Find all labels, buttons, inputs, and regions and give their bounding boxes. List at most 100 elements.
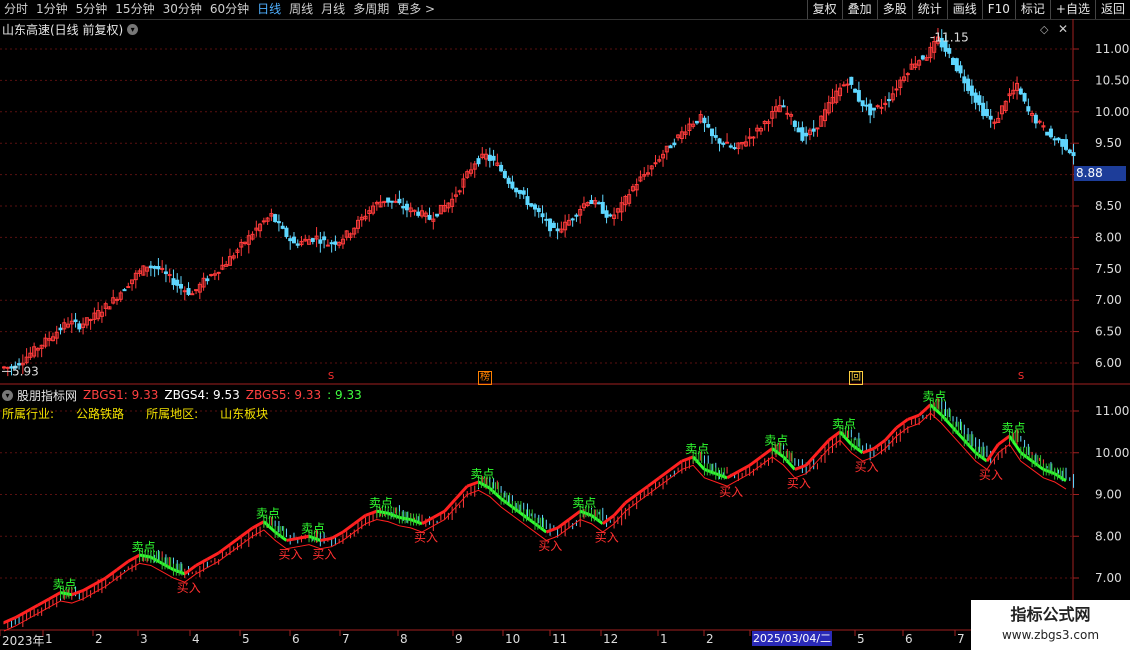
candle-body xyxy=(1022,93,1027,102)
candle-body xyxy=(608,214,613,217)
candle-body xyxy=(273,214,278,223)
candle-body xyxy=(841,84,846,87)
candle-body xyxy=(156,266,161,270)
trend-segment xyxy=(320,536,332,542)
candle-body xyxy=(548,218,553,232)
buy-label: 买入 xyxy=(177,581,201,595)
buy-label: 买入 xyxy=(979,468,1003,482)
event-marker[interactable]: S xyxy=(1015,371,1027,383)
indicator-axis-label: 10.00 xyxy=(1095,446,1129,460)
candle-body xyxy=(966,78,971,91)
indicator-value-0: ZBGS1: 9.33 xyxy=(83,388,159,402)
trend-segment xyxy=(432,509,446,519)
buy-label: 买入 xyxy=(414,531,438,545)
candle-body xyxy=(589,199,594,205)
candle-body xyxy=(958,65,963,74)
candle-body xyxy=(167,274,172,277)
candle-body xyxy=(540,213,545,218)
sell-label: 卖点 xyxy=(922,390,946,404)
candle-body xyxy=(706,124,711,128)
buy-label: 买入 xyxy=(595,531,619,545)
trend-segment xyxy=(873,439,887,450)
candle-body xyxy=(875,105,880,108)
candle-body xyxy=(905,73,910,76)
candle-body xyxy=(190,293,195,296)
candle-body xyxy=(1060,138,1065,147)
candle-body xyxy=(163,271,168,275)
event-marker[interactable]: S xyxy=(325,371,337,383)
indicator-value-3: : 9.33 xyxy=(327,388,362,402)
chevron-down-icon[interactable]: ▾ xyxy=(2,389,13,401)
sell-label: 卖点 xyxy=(301,521,325,535)
sell-label: 卖点 xyxy=(685,442,709,456)
candle-body xyxy=(804,132,809,137)
candle-body xyxy=(148,265,153,269)
candle-body xyxy=(954,58,959,72)
candle-body xyxy=(171,278,176,286)
candle-body xyxy=(947,48,952,54)
candle-body xyxy=(856,90,861,102)
candle-body xyxy=(879,106,884,109)
buy-label: 买入 xyxy=(855,460,879,474)
buy-label: 买入 xyxy=(538,539,562,553)
candle-body xyxy=(849,76,854,85)
trend-segment xyxy=(737,463,751,473)
indicator-value-1: ZBGS4: 9.53 xyxy=(164,388,240,402)
kline-chart[interactable]: 11.00 10.50 10.00 9.50 9.00 8.50 8.00 7.50 7.00 6… xyxy=(0,0,1130,650)
candle-body xyxy=(977,95,982,106)
high-price-label: 11.15 xyxy=(934,31,968,45)
candle-body xyxy=(386,197,391,203)
candle-body xyxy=(728,145,733,148)
date-label: 7 xyxy=(342,632,350,646)
candle-body xyxy=(792,120,797,127)
price-axis-label: 9.50 xyxy=(1095,136,1122,150)
candle-body xyxy=(544,218,549,221)
candle-body xyxy=(517,190,522,194)
trend-segment xyxy=(997,434,1011,446)
candle-body xyxy=(973,92,978,103)
date-tooltip: 2025/03/04/二 xyxy=(752,631,832,646)
candle-body xyxy=(325,244,330,247)
candle-body xyxy=(751,136,756,139)
date-label: 11 xyxy=(552,632,568,646)
buy-label: 买入 xyxy=(787,476,811,490)
candle-body xyxy=(796,127,801,133)
trend-segment xyxy=(895,418,909,429)
trend-segment xyxy=(127,553,141,563)
event-marker[interactable]: 回 xyxy=(849,371,863,385)
candle-body xyxy=(322,236,327,241)
candle-body xyxy=(435,213,440,217)
candle-body xyxy=(280,225,285,229)
indicator-axis-label: 11.00 xyxy=(1095,404,1129,418)
event-marker[interactable]: 榜 xyxy=(478,371,492,385)
watermark-url: www.zbgs3.com xyxy=(1001,628,1100,642)
trend-segment xyxy=(827,430,841,442)
candle-body xyxy=(77,323,82,330)
candle-body xyxy=(713,135,718,138)
candle-body xyxy=(179,283,183,289)
indicator-value-2: ZBGS5: 9.33 xyxy=(245,388,322,402)
candle-body xyxy=(73,319,78,323)
price-axis-label: 8.00 xyxy=(1095,230,1122,244)
candle-body xyxy=(506,177,511,184)
candle-body xyxy=(894,88,899,91)
candle-body xyxy=(860,100,865,107)
candle-body xyxy=(310,238,315,242)
trend-segment xyxy=(240,526,254,538)
candle-body xyxy=(702,117,707,124)
trend-segment xyxy=(669,459,683,471)
trend-segment xyxy=(93,576,107,586)
trend-segment xyxy=(229,535,243,546)
candle-body xyxy=(721,142,726,145)
candle-body xyxy=(216,271,221,274)
buy-label: 买入 xyxy=(278,547,302,561)
low-price-label: 5.93 xyxy=(12,364,39,378)
candle-body xyxy=(1067,149,1072,154)
candle-body xyxy=(732,147,737,150)
candle-body xyxy=(194,289,199,292)
candle-body xyxy=(981,102,986,116)
candle-body xyxy=(653,162,658,165)
candle-body xyxy=(951,57,956,66)
watermark-title: 指标公式网 xyxy=(1010,605,1091,624)
candle-body xyxy=(1071,152,1076,157)
